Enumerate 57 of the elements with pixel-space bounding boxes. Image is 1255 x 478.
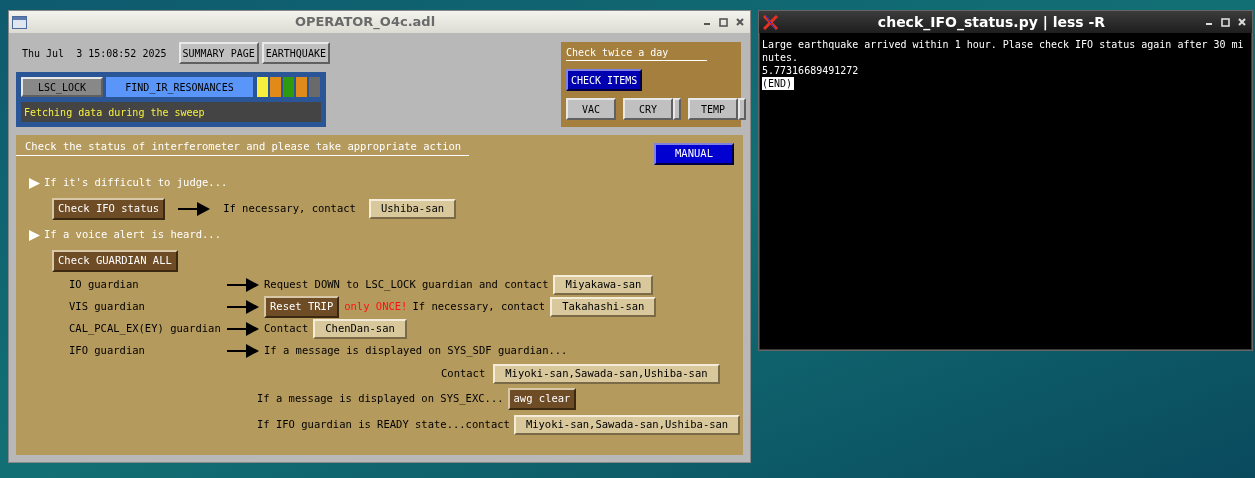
guardian-label: CAL_PCAL_EX(EY) guardian xyxy=(69,321,222,337)
instruction-text: Contact xyxy=(264,321,309,337)
nav-button[interactable]: EARTHQUAKE xyxy=(261,42,330,64)
guardian-label: IO guardian xyxy=(69,277,140,293)
contact-button[interactable]: Ushiba-san xyxy=(368,199,457,219)
section-heading: If it's difficult to judge... xyxy=(44,175,228,191)
system-button[interactable]: CRY xyxy=(623,98,673,120)
triangle-icon xyxy=(29,229,40,241)
guardian-label: VIS guardian xyxy=(69,299,146,315)
close-icon[interactable] xyxy=(736,18,744,26)
contact-button[interactable]: Miyakawa-san xyxy=(553,275,654,295)
instruction-text: Contact xyxy=(441,366,486,382)
instruction-text: If IFO guardian is READY state...contact xyxy=(257,417,510,433)
arrow-icon xyxy=(227,300,259,314)
triangle-icon xyxy=(29,177,40,189)
manual-button[interactable]: MANUAL xyxy=(654,143,734,165)
instruction-text: If a message is displayed on SYS_SDF guardian... xyxy=(264,343,568,359)
arrow-icon xyxy=(227,322,259,336)
arrow-icon xyxy=(178,202,211,216)
current-state: FIND_IR_RESONANCES xyxy=(106,77,253,97)
instruction-text: If necessary, contact xyxy=(412,299,546,315)
window-title: OPERATOR_O4c.adl xyxy=(293,13,437,32)
contact-button[interactable]: Miyoki-san,Sawada-san,Ushiba-san xyxy=(513,415,741,435)
date-time: Thu Jul 3 15:08:52 2025 xyxy=(22,46,167,61)
state-button[interactable]: LSC_LOCK xyxy=(21,77,103,97)
window-menu-icon[interactable] xyxy=(12,15,27,29)
action-button[interactable]: Reset TRIP xyxy=(264,296,340,318)
warning-text: only ONCE! xyxy=(344,299,408,315)
instruction-text: Request DOWN to LSC_LOCK guardian and contact xyxy=(264,277,549,293)
instruction-text: If a message is displayed on SYS_EXC... xyxy=(257,391,504,407)
x-logo-icon xyxy=(763,14,778,30)
panel-title: Check the status of interferometer and please take appropriate action xyxy=(16,138,469,156)
status-message: Fetching data during the sweep xyxy=(21,102,321,122)
terminal-line: Large earthquake arrived within 1 hour. Plase check IFO status again after 30 mi xyxy=(762,38,1244,51)
guardian-label: IFO guardian xyxy=(69,343,146,359)
arrow-icon xyxy=(227,278,259,292)
terminal-line: 5.77316689491272 xyxy=(762,64,859,77)
check-items-button[interactable]: CHECK ITEMS xyxy=(566,69,643,91)
contact-button[interactable]: Takahashi-san xyxy=(550,297,657,317)
system-button[interactable]: TEMP xyxy=(688,98,738,120)
nav-button[interactable]: SUMMARY PAGE xyxy=(178,42,259,64)
contact-button[interactable]: ChenDan-san xyxy=(313,319,407,339)
window-title: check_IFO_status.py | less -R xyxy=(876,12,1107,33)
menu-handle[interactable] xyxy=(738,98,746,120)
contact-button[interactable]: Miyoki-san,Sawada-san,Ushiba-san xyxy=(493,364,720,384)
maximize-icon[interactable] xyxy=(719,17,728,27)
action-button[interactable]: Check GUARDIAN ALL xyxy=(52,250,178,272)
arrow-icon xyxy=(227,344,259,358)
section-heading: If a voice alert is heard... xyxy=(44,227,221,243)
instruction-text: If necessary, contact xyxy=(223,201,356,217)
system-button[interactable]: VAC xyxy=(566,98,616,120)
menu-handle[interactable] xyxy=(673,98,681,120)
action-button[interactable]: Check IFO status xyxy=(52,198,166,220)
panel-title: Check twice a day xyxy=(566,45,707,61)
action-button[interactable]: awg clear xyxy=(507,388,577,410)
terminal-line: nutes. xyxy=(762,51,799,64)
pager-prompt: (END) xyxy=(762,77,795,90)
